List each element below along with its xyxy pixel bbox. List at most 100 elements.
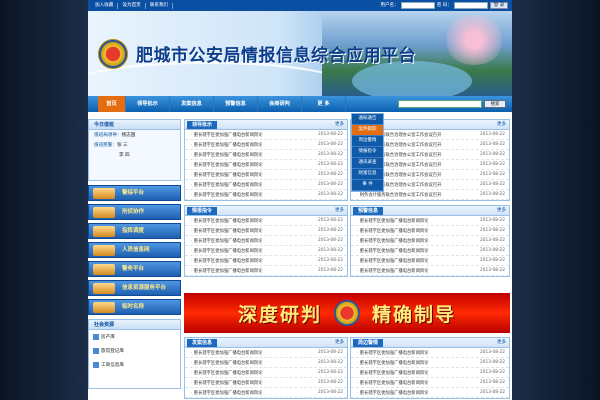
- left-nav-item[interactable]: 信息资源服务平台: [88, 280, 181, 296]
- left-nav-item[interactable]: 人员信息网: [88, 242, 181, 258]
- password-input[interactable]: [454, 1, 488, 9]
- list-item[interactable]: 肥长辖字区委加强广播电台新闻舆论2013-08-22: [351, 216, 509, 226]
- list-item[interactable]: 肥长辖字区委加强广播电台新闻舆论2013-08-22: [351, 256, 509, 266]
- panel-title: 周边警情: [353, 339, 384, 347]
- list-item[interactable]: 肥长辖字区委加强广播电台新闻舆论2013-08-22: [185, 226, 347, 236]
- list-item[interactable]: 肥长辖字区委加强广播电台新闻舆论2013-08-22: [351, 266, 509, 276]
- list-item[interactable]: 肥长辖字区委加强广播电台新闻舆论2013-08-22: [351, 388, 509, 398]
- list-item[interactable]: 肥长辖字区委加强广播电台新闻舆论2013-08-22: [185, 246, 347, 256]
- list-item[interactable]: 肥长辖字区委加强广播电台新闻舆论2013-08-22: [185, 266, 347, 276]
- nearby-panel: 周边警情 更多 肥长辖字区委加强广播电台新闻舆论2013-08-22 肥长辖字区委…: [350, 337, 510, 399]
- list-item[interactable]: 肥长辖字区委加强广播电台新闻舆论2013-08-22: [185, 170, 347, 180]
- more-link[interactable]: 更多: [335, 207, 344, 215]
- list-item[interactable]: 肥长辖字区委加强广播电台新闻舆论2013-08-22: [185, 140, 347, 150]
- dropdown-item[interactable]: 情报指令: [352, 147, 383, 158]
- left-nav-item[interactable]: 警务平台: [88, 261, 181, 277]
- warning-panel: 预警信息 更多 肥长辖字区委加强广播电台新闻舆论2013-08-22 肥长辖字区委…: [350, 205, 510, 277]
- slogan-right: 精确制导: [372, 303, 457, 326]
- folder-icon: [93, 283, 115, 294]
- dropdown-item[interactable]: 周边警情: [352, 136, 383, 147]
- nav-search: 搜索: [398, 100, 506, 108]
- more-link[interactable]: 更多: [335, 121, 344, 129]
- add-favorite-link[interactable]: 加入收藏: [91, 2, 119, 9]
- folder-icon: [93, 188, 115, 199]
- list-item[interactable]: 肥长辖字区委加强广播电台新闻舆论2013-08-22: [351, 226, 509, 236]
- set-homepage-link[interactable]: 设为首页: [118, 2, 146, 9]
- banner-river: [352, 61, 472, 96]
- dropdown-item[interactable]: 事 件: [352, 180, 383, 191]
- slogan-left: 深度研判: [237, 303, 322, 326]
- panel-title: 领导批示: [187, 121, 218, 129]
- list-item[interactable]: 肥长辖字区委加强广播电台新闻舆论2013-08-22: [185, 236, 347, 246]
- password-label: 密 码：: [436, 3, 452, 8]
- police-emblem-icon: [334, 300, 360, 326]
- top-bar: 加入收藏 设为首页 联系我们 用户名： 密 码： 登 录: [88, 0, 512, 11]
- more-dropdown-menu: 通知通告 案件跟踪 周边警情 情报指令 通讯录查 财富信息 事 件: [351, 113, 384, 192]
- incident-panel: 发案信息 更多 肥长辖字区委加强广播电台新闻舆论2013-08-22 肥长辖字区委…: [184, 337, 348, 399]
- list-item[interactable]: 肥长辖字区委加强广播电台新闻舆论2013-08-22: [185, 150, 347, 160]
- list-item[interactable]: 肥长辖字区委加强广播电台新闻舆论2013-08-22: [185, 358, 347, 368]
- left-nav-item[interactable]: 临时名称: [88, 299, 181, 315]
- list-item[interactable]: 肥长辖字区委加强广播电台新闻舆论2013-08-22: [185, 368, 347, 378]
- page-background-left: [0, 0, 88, 400]
- list-item[interactable]: 肥长辖字区委加强广播电台新闻舆论2013-08-22: [185, 348, 347, 358]
- left-nav-item[interactable]: 刑侦协作: [88, 204, 181, 220]
- list-item[interactable]: 肥长辖字区委加强广播电台新闻舆论2013-08-22: [351, 358, 509, 368]
- contact-link[interactable]: 联系我们: [146, 2, 174, 9]
- left-nav-item[interactable]: 警综平台: [88, 185, 181, 201]
- banner-swirl: [88, 61, 358, 96]
- center-bottom-column: 发案信息 更多 肥长辖字区委加强广播电台新闻舆论2013-08-22 肥长辖字区委…: [184, 337, 348, 400]
- dropdown-item[interactable]: 通知通告: [352, 114, 383, 125]
- list-item[interactable]: 肥长辖字区委加强广播电台新闻舆论2013-08-22: [351, 348, 509, 358]
- list-item[interactable]: 肥长辖字区委加强广播电台新闻舆论2013-08-22: [185, 160, 347, 170]
- social-resources-box: 社会资源 房产库 旅馆登记库 工商信息库: [88, 319, 181, 389]
- banner-blossom: [444, 15, 504, 65]
- list-item[interactable]: 肥长辖字区委加强广播电台新闻舆论2013-08-22: [185, 180, 347, 190]
- list-item[interactable]: 肥长辖字区委加强广播电台新闻舆论2013-08-22: [351, 246, 509, 256]
- list-item[interactable]: 肥长辖字区委加强广播电台新闻舆论2013-08-22: [185, 378, 347, 388]
- panel-title: 发案信息: [187, 339, 218, 347]
- social-resource-item[interactable]: 房产库: [89, 330, 180, 344]
- left-nav-item[interactable]: 指挥调度: [88, 223, 181, 239]
- nav-consult-analysis[interactable]: 会商研判: [258, 96, 302, 112]
- more-link[interactable]: 更多: [497, 339, 506, 347]
- nav-warning-info[interactable]: 预警信息: [214, 96, 258, 112]
- list-item[interactable]: 肥长辖字区委加强广播电台新闻舆论2013-08-22: [351, 236, 509, 246]
- more-link[interactable]: 更多: [497, 121, 506, 129]
- folder-icon: [93, 245, 115, 256]
- header-banner: 肥城市公安局情报信息综合应用平台: [88, 11, 512, 96]
- list-item[interactable]: 肥长辖字区委加强广播电台新闻舆论2013-08-22: [185, 130, 347, 140]
- dropdown-item[interactable]: 案件跟踪: [352, 125, 383, 136]
- intel-panel: 情报指令 更多 肥长辖字区委加强广播电台新闻舆论2013-08-22 肥长辖字区委…: [184, 205, 348, 277]
- search-input[interactable]: [398, 100, 482, 108]
- list-item[interactable]: 肥长辖字区委加强广播电台新闻舆论2013-08-22: [351, 378, 509, 388]
- login-form: 用户名： 密 码： 登 录: [380, 1, 508, 9]
- social-resource-item[interactable]: 旅馆登记库: [89, 344, 180, 358]
- portal-page: 加入收藏 设为首页 联系我们 用户名： 密 码： 登 录 肥城市公安局情报信息综…: [88, 0, 512, 400]
- login-button[interactable]: 登 录: [490, 1, 508, 9]
- nav-more[interactable]: 更 多: [302, 96, 346, 112]
- list-item[interactable]: 肥长辖字区委加强广播电台新闻舆论2013-08-22: [185, 388, 347, 398]
- left-column: 今日值班 值班局领导：杨志国 值班民警：张 三 李 四 警综平台 刑侦协作 指挥…: [88, 119, 181, 389]
- nav-incident-info[interactable]: 发案信息: [170, 96, 214, 112]
- username-label: 用户名：: [380, 3, 399, 8]
- center-column: 领导批示更多 肥长辖字区委加强广播电台新闻舆论2013-08-22 肥长辖字区委…: [184, 119, 348, 281]
- more-link[interactable]: 更多: [335, 339, 344, 347]
- folder-icon: [93, 207, 115, 218]
- list-item[interactable]: 肥长辖字区委加强广播电台新闻舆论2013-08-22: [185, 216, 347, 226]
- search-button[interactable]: 搜索: [484, 100, 506, 108]
- dropdown-item[interactable]: 财富信息: [352, 169, 383, 180]
- list-item[interactable]: 肥长辖字区委加强广播电台新闻舆论2013-08-22: [185, 190, 347, 200]
- nav-home[interactable]: 首页: [98, 96, 126, 112]
- list-item[interactable]: 肥长辖字区委加强广播电台新闻舆论2013-08-22: [185, 256, 347, 266]
- nav-leader-instructions[interactable]: 领导批示: [126, 96, 170, 112]
- more-link[interactable]: 更多: [497, 207, 506, 215]
- today-duty-box: 今日值班 值班局领导：杨志国 值班民警：张 三 李 四: [88, 119, 181, 181]
- social-resource-item[interactable]: 工商信息库: [89, 358, 180, 372]
- slogan-banner: 深度研判 精确制导: [184, 293, 510, 333]
- duty-row: 李 四: [119, 153, 130, 158]
- folder-icon: [93, 302, 115, 313]
- dropdown-item[interactable]: 通讯录查: [352, 158, 383, 169]
- list-item[interactable]: 肥长辖字区委加强广播电台新闻舆论2013-08-22: [351, 368, 509, 378]
- username-input[interactable]: [400, 1, 435, 9]
